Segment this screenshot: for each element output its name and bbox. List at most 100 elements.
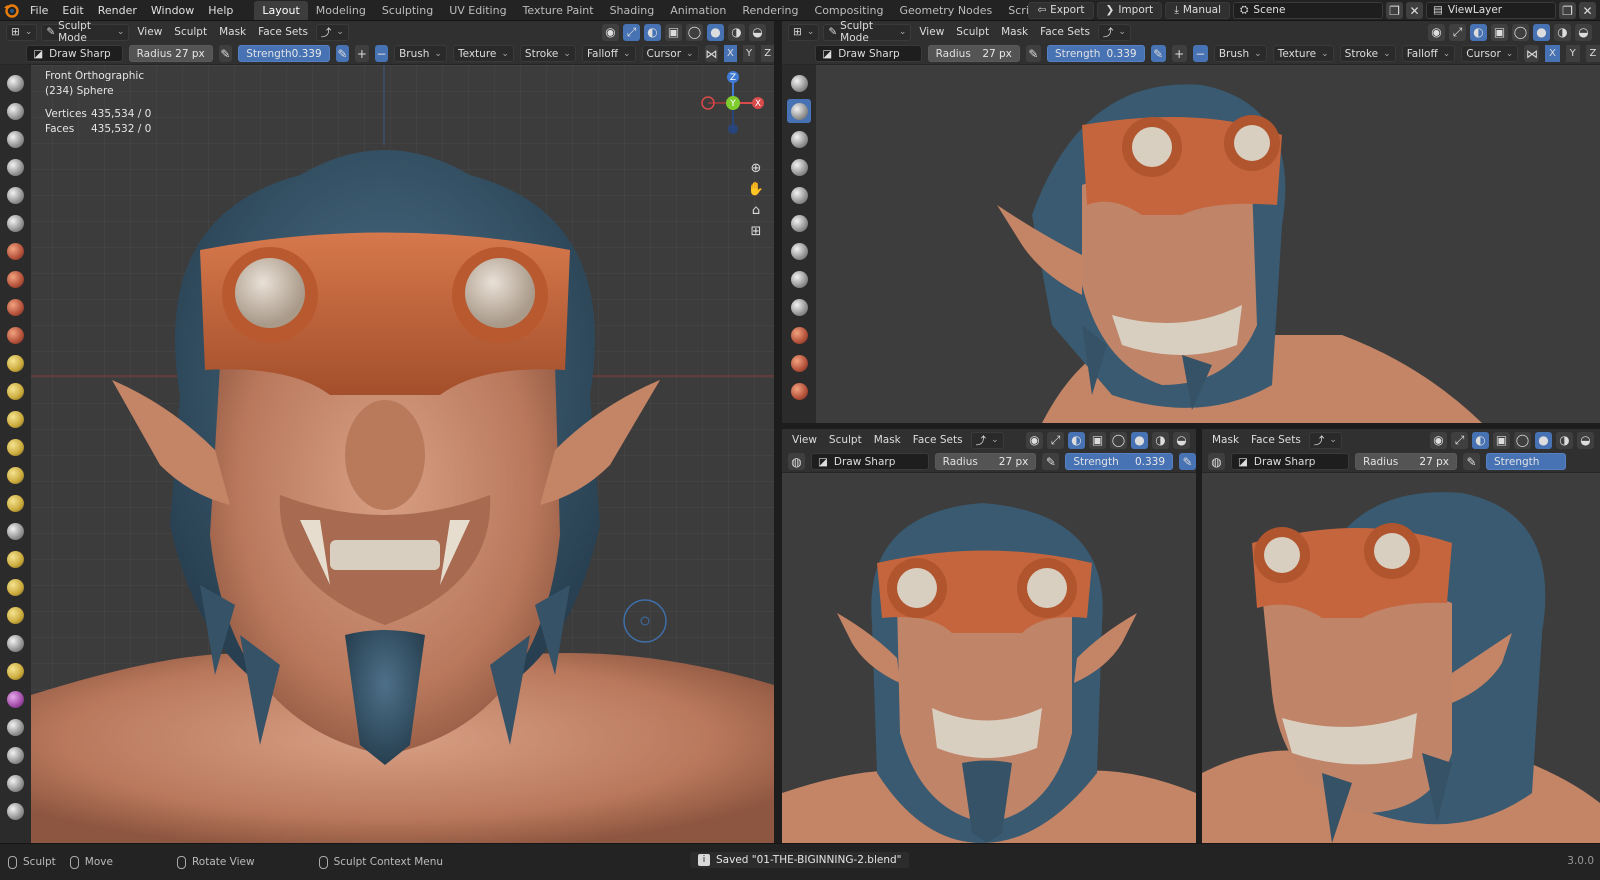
overlay-toggle-icon[interactable]: ◐ (644, 23, 661, 41)
render-shading-icon-3[interactable]: ◒ (1173, 431, 1190, 449)
import-button[interactable]: ❯ Import (1096, 2, 1163, 19)
view-menu-2[interactable]: View (915, 26, 948, 38)
face-sets-menu-3[interactable]: Face Sets (909, 434, 967, 446)
clay-strips-brush-icon-2[interactable] (787, 155, 811, 179)
mirror-y-toggle-2[interactable]: Y (1565, 45, 1580, 62)
nudge-brush-icon[interactable] (4, 631, 28, 655)
tab-rendering[interactable]: Rendering (734, 1, 806, 20)
curve-icon[interactable]: ⤴ (315, 23, 349, 41)
tab-layout[interactable]: Layout (254, 0, 308, 20)
draw-brush-icon[interactable] (4, 71, 28, 95)
manual-button[interactable]: ⤓ Manual (1165, 2, 1230, 19)
symmetry-icon[interactable]: ⋈ (704, 45, 719, 62)
material-shading-icon-3[interactable]: ◑ (1152, 431, 1169, 449)
navigation-gizmo[interactable]: Z X Y (700, 69, 766, 135)
blender-logo-icon[interactable] (3, 2, 19, 18)
xray-icon-4[interactable]: ▣ (1493, 431, 1510, 449)
render-shading-icon[interactable]: ◒ (749, 23, 766, 41)
tab-uv-editing[interactable]: UV Editing (441, 1, 514, 20)
menu-edit[interactable]: Edit (55, 0, 90, 21)
mask-menu[interactable]: Mask (215, 26, 250, 38)
visibility-icon-4[interactable]: ◉ (1430, 431, 1447, 449)
visibility-icon-3[interactable]: ◉ (1026, 431, 1043, 449)
radius-pressure-icon[interactable]: ✎ (218, 45, 233, 62)
sculpt-menu[interactable]: Sculpt (170, 26, 211, 38)
radius-pressure-icon-2[interactable]: ✎ (1025, 45, 1041, 62)
flatten-brush-icon-2[interactable] (787, 351, 811, 375)
scrape-brush-icon[interactable] (4, 407, 28, 431)
radius-pressure-icon-3[interactable]: ✎ (1042, 453, 1060, 470)
editor-type-menu-2[interactable]: ⊞ (788, 23, 820, 41)
mode-selector[interactable]: ✎ Sculpt Mode (41, 21, 130, 44)
radius-slider[interactable]: Radius 27 px (128, 45, 213, 62)
draw-brush-icon-2[interactable] (787, 71, 811, 95)
view-menu-3[interactable]: View (788, 434, 821, 446)
xray-icon-2[interactable]: ▣ (1491, 23, 1508, 41)
visibility-icon-2[interactable]: ◉ (1428, 23, 1445, 41)
bottom-middle-3d-view[interactable] (782, 473, 1196, 843)
inflate-brush-icon-2[interactable] (787, 239, 811, 263)
brush-menu[interactable]: Brush (394, 45, 447, 62)
grab-brush-icon[interactable] (4, 491, 28, 515)
draw-sharp-brush-icon[interactable] (4, 99, 28, 123)
material-shading-icon-4[interactable]: ◑ (1556, 431, 1573, 449)
zoom-icon[interactable]: ⊕ (751, 161, 762, 176)
menu-render[interactable]: Render (91, 0, 144, 21)
overlay-toggle-icon-3[interactable]: ◐ (1068, 431, 1085, 449)
rotate-brush-icon[interactable] (4, 659, 28, 683)
delete-scene-icon[interactable]: ✕ (1406, 2, 1423, 19)
solid-shading-icon-2[interactable]: ● (1533, 23, 1550, 41)
wireframe-shading-icon[interactable]: ◯ (686, 23, 703, 41)
mode-selector-2[interactable]: ✎ Sculpt Mode (823, 21, 912, 44)
add-direction-icon[interactable]: + (355, 45, 369, 62)
texture-menu[interactable]: Texture (452, 45, 514, 62)
view-menu[interactable]: View (133, 26, 166, 38)
scene-selector[interactable]: ⛭ Scene (1233, 2, 1383, 19)
draw-sharp-brush-icon-2[interactable] (787, 99, 811, 123)
solid-shading-icon-3[interactable]: ● (1131, 431, 1148, 449)
subtract-direction-icon[interactable]: − (374, 45, 389, 62)
tab-texture-paint[interactable]: Texture Paint (515, 1, 602, 20)
brush-selector-2[interactable]: ◪ Draw Sharp (815, 45, 922, 62)
texture-menu-2[interactable]: Texture (1272, 45, 1334, 62)
fill-brush-icon[interactable] (4, 379, 28, 403)
material-shading-icon-2[interactable]: ◑ (1554, 23, 1571, 41)
menu-file[interactable]: File (23, 0, 55, 21)
overlay-toggle-icon-2[interactable]: ◐ (1470, 23, 1487, 41)
view-layer-selector[interactable]: ▤ ViewLayer (1426, 2, 1556, 19)
strength-slider-4[interactable]: Strength (1486, 453, 1566, 470)
mirror-x-toggle[interactable]: X (724, 45, 737, 62)
render-shading-icon-2[interactable]: ◒ (1575, 23, 1592, 41)
brush-selector[interactable]: ◪ Draw Sharp (26, 45, 123, 62)
curve-icon-2[interactable]: ⤴ (1097, 23, 1131, 41)
solid-shading-icon-4[interactable]: ● (1535, 431, 1552, 449)
radius-slider-2[interactable]: Radius 27 px (927, 45, 1020, 62)
symmetry-icon-2[interactable]: ⋈ (1524, 45, 1540, 62)
face-sets-menu-2[interactable]: Face Sets (1036, 26, 1094, 38)
brush-preview-icon-3[interactable]: ◍ (788, 453, 805, 470)
fill-brush-icon-2[interactable] (787, 379, 811, 403)
blob-brush-icon[interactable] (4, 267, 28, 291)
editor-type-menu[interactable]: ⊞ (6, 23, 38, 41)
solid-shading-icon[interactable]: ● (707, 23, 724, 41)
mask-brush-icon[interactable] (4, 799, 28, 823)
blob-brush-icon-2[interactable] (787, 267, 811, 291)
wireframe-shading-icon-3[interactable]: ◯ (1110, 431, 1127, 449)
xray-icon[interactable]: ▣ (665, 23, 682, 41)
bottom-right-3d-view[interactable] (1202, 473, 1600, 843)
visibility-icon[interactable]: ◉ (602, 23, 619, 41)
mask-menu-4[interactable]: Mask (1208, 434, 1243, 446)
sculpt-menu-2[interactable]: Sculpt (952, 26, 993, 38)
tab-geometry-nodes[interactable]: Geometry Nodes (891, 1, 1000, 20)
radius-slider-4[interactable]: Radius 27 px (1355, 453, 1457, 470)
tab-modeling[interactable]: Modeling (308, 1, 374, 20)
wireframe-shading-icon-4[interactable]: ◯ (1514, 431, 1531, 449)
export-button[interactable]: ⇦ Export (1028, 2, 1094, 19)
falloff-menu-2[interactable]: Falloff (1401, 45, 1456, 62)
tab-shading[interactable]: Shading (602, 1, 663, 20)
flatten-brush-icon[interactable] (4, 351, 28, 375)
pinch-brush-icon[interactable] (4, 463, 28, 487)
sculpt-menu-3[interactable]: Sculpt (825, 434, 866, 446)
brush-selector-3[interactable]: ◪ Draw Sharp (810, 453, 929, 470)
brush-selector-4[interactable]: ◪ Draw Sharp (1231, 453, 1349, 470)
